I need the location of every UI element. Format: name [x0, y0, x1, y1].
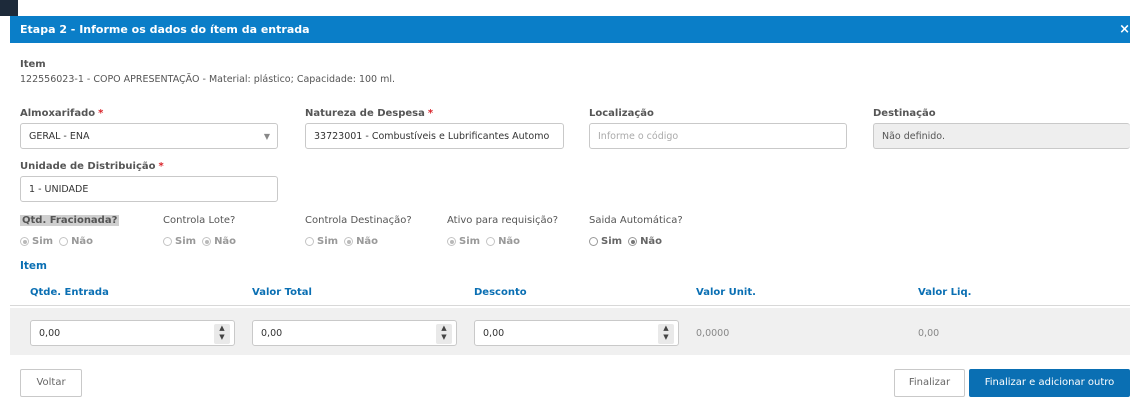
- voltar-button[interactable]: Voltar: [20, 369, 82, 397]
- destinacao-label: Destinação: [873, 108, 936, 119]
- controla-lote-label: Controla Lote?: [163, 215, 236, 226]
- qtd-fracionada-nao[interactable]: Não: [59, 236, 93, 247]
- close-icon[interactable]: ×: [1118, 16, 1130, 43]
- unidade-label: Unidade de Distribuição *: [20, 161, 164, 172]
- natureza-value: 33723001 - Combustíveis e Lubrificantes …: [314, 131, 550, 142]
- window-corner: [0, 0, 18, 16]
- radio-checked-icon: [344, 237, 354, 246]
- col-valor-liq: Valor Liq.: [918, 287, 972, 298]
- unidade-field[interactable]: 1 - UNIDADE: [20, 176, 278, 202]
- almoxarifado-select[interactable]: GERAL - ENA ▼: [20, 123, 278, 149]
- spinner-icon[interactable]: ▲ ▼: [214, 324, 230, 344]
- localizacao-placeholder: Informe o código: [598, 131, 679, 142]
- dialog-header: Etapa 2 - Informe os dados do ítem da en…: [10, 16, 1130, 43]
- col-valor-total: Valor Total: [252, 287, 312, 298]
- ativo-requisicao-label: Ativo para requisição?: [447, 215, 559, 226]
- destinacao-value: Não definido.: [882, 131, 945, 142]
- controla-lote-nao[interactable]: Não: [202, 236, 236, 247]
- saida-automatica-sim[interactable]: Sim: [589, 236, 622, 247]
- saida-automatica-nao[interactable]: Não: [628, 236, 662, 247]
- controla-lote-sim[interactable]: Sim: [163, 236, 196, 247]
- controla-destinacao-nao[interactable]: Não: [344, 236, 378, 247]
- controla-destinacao-label: Controla Destinação?: [305, 215, 412, 226]
- localizacao-input[interactable]: Informe o código: [589, 123, 847, 149]
- valor-liq-value: 0,00: [918, 328, 940, 339]
- radio-icon: [589, 237, 598, 246]
- top-strip: [0, 0, 1130, 16]
- almoxarifado-label: Almoxarifado *: [20, 108, 104, 119]
- table-divider: [10, 305, 1130, 306]
- ativo-requisicao-sim[interactable]: Sim: [447, 236, 480, 247]
- radio-checked-icon: [202, 237, 212, 246]
- finalizar-adicionar-button[interactable]: Finalizar e adicionar outro: [969, 369, 1130, 397]
- item-section-title: Item: [20, 260, 47, 272]
- natureza-label: Natureza de Despesa *: [305, 108, 434, 119]
- dialog-title: Etapa 2 - Informe os dados do ítem da en…: [20, 23, 310, 36]
- radio-icon: [486, 237, 496, 246]
- col-qtde-entrada: Qtde. Entrada: [30, 287, 109, 298]
- valor-unit-value: 0,0000: [696, 328, 730, 339]
- localizacao-label: Localização: [589, 108, 654, 119]
- saida-automatica-label: Saida Automática?: [589, 215, 683, 226]
- desconto-input[interactable]: 0,00 ▲ ▼: [474, 320, 679, 346]
- qtde-entrada-value: 0,00: [39, 328, 61, 339]
- col-desconto: Desconto: [474, 287, 527, 298]
- radio-icon: [59, 237, 69, 246]
- ativo-requisicao-radios: Sim Não: [447, 236, 526, 247]
- chevron-down-icon: ▼: [263, 132, 270, 141]
- controla-destinacao-radios: Sim Não: [305, 236, 384, 247]
- finalizar-button[interactable]: Finalizar: [894, 369, 965, 397]
- radio-icon: [163, 237, 172, 246]
- qtd-fracionada-sim[interactable]: Sim: [20, 236, 53, 247]
- desconto-value: 0,00: [483, 328, 505, 339]
- radio-icon: [305, 237, 314, 246]
- item-label: Item: [20, 59, 46, 70]
- radio-checked-icon: [447, 237, 456, 246]
- controla-lote-radios: Sim Não: [163, 236, 242, 247]
- natureza-field[interactable]: 33723001 - Combustíveis e Lubrificantes …: [305, 123, 564, 149]
- ativo-requisicao-nao[interactable]: Não: [486, 236, 520, 247]
- controla-destinacao-sim[interactable]: Sim: [305, 236, 338, 247]
- col-valor-unit: Valor Unit.: [696, 287, 756, 298]
- destinacao-field: Não definido.: [873, 123, 1130, 149]
- unidade-value: 1 - UNIDADE: [29, 184, 89, 195]
- item-description: 122556023-1 - COPO APRESENTAÇÃO - Materi…: [20, 74, 396, 85]
- radio-checked-icon: [20, 237, 29, 246]
- spinner-icon[interactable]: ▲ ▼: [436, 324, 452, 344]
- qtde-entrada-input[interactable]: 0,00 ▲ ▼: [30, 320, 235, 346]
- qtd-fracionada-radios: Sim Não: [20, 236, 99, 247]
- spinner-icon[interactable]: ▲ ▼: [658, 324, 674, 344]
- qtd-fracionada-label: Qtd. Fracionada?: [20, 215, 120, 226]
- valor-total-input[interactable]: 0,00 ▲ ▼: [252, 320, 457, 346]
- saida-automatica-radios: Sim Não: [589, 236, 668, 247]
- radio-checked-icon: [628, 237, 638, 246]
- valor-total-value: 0,00: [261, 328, 283, 339]
- almoxarifado-value: GERAL - ENA: [29, 131, 90, 142]
